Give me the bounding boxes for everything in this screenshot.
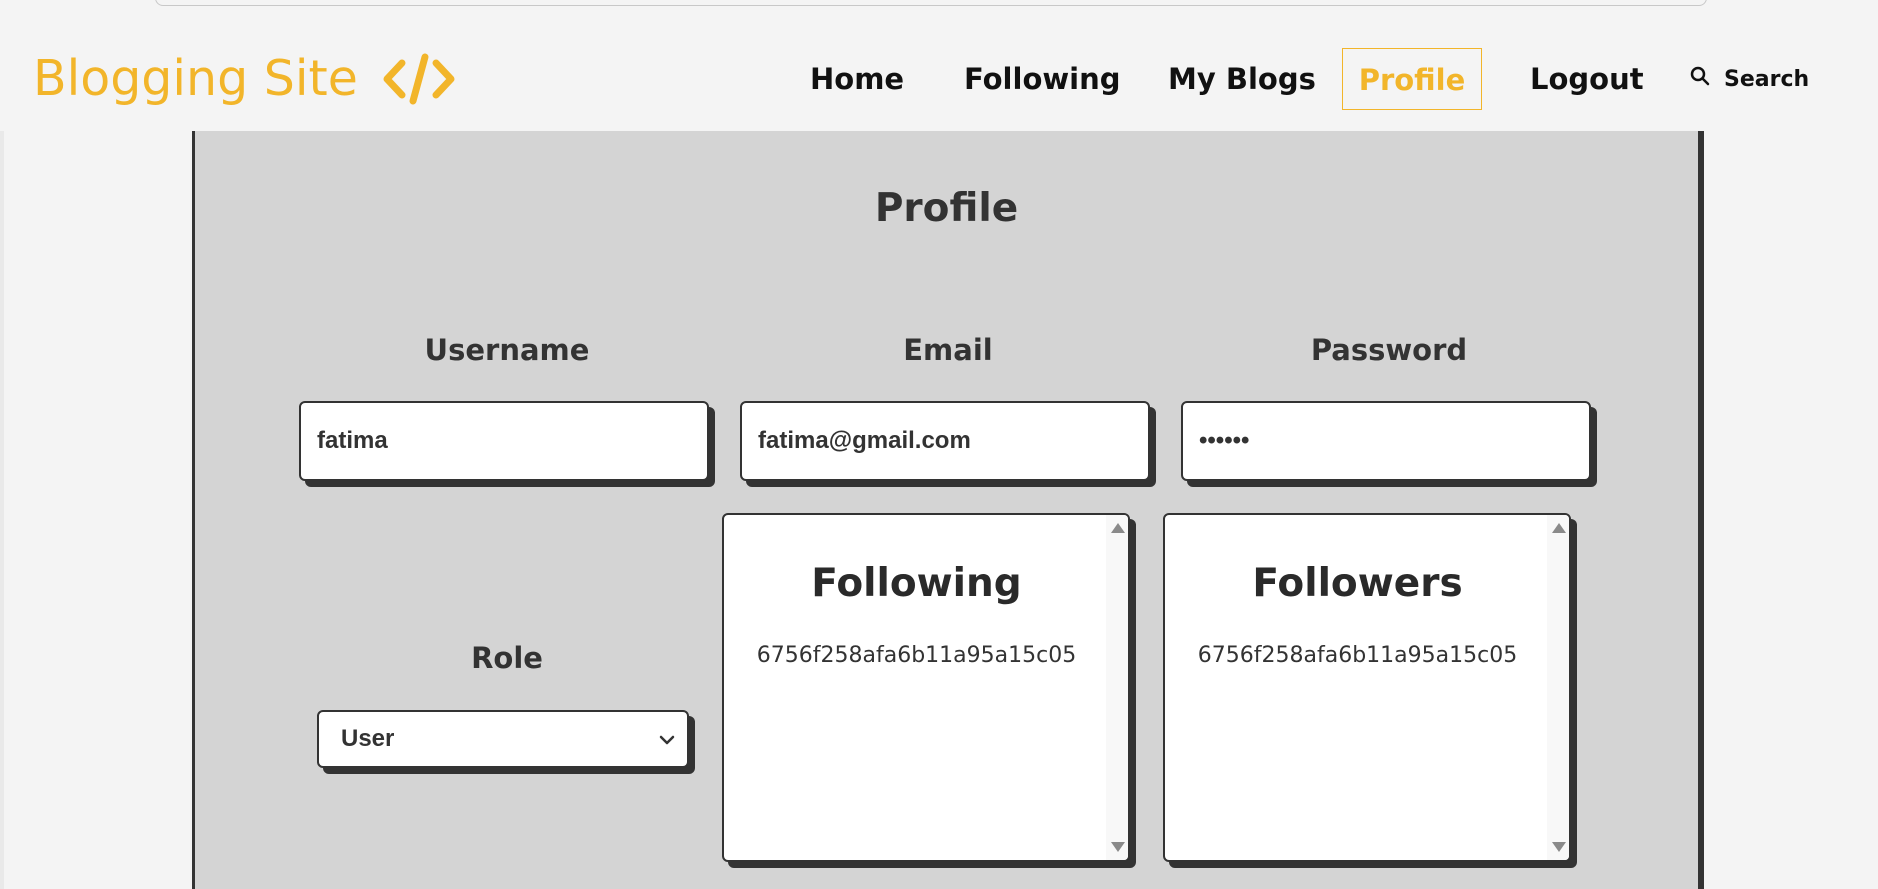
profile-panel: Profile Username Email Password fatima f… bbox=[192, 131, 1704, 889]
code-brackets-icon bbox=[382, 51, 456, 107]
page-title: Profile bbox=[874, 186, 1019, 231]
following-heading: Following bbox=[811, 561, 1022, 606]
nav-home[interactable]: Home bbox=[810, 48, 904, 110]
scroll-up-icon[interactable] bbox=[1552, 523, 1566, 533]
site-logo[interactable]: Blogging Site bbox=[33, 50, 456, 107]
role-label: Role bbox=[471, 641, 543, 675]
window-edge bbox=[0, 10, 4, 889]
site-title: Blogging Site bbox=[33, 50, 358, 107]
browser-address-bar-edge bbox=[155, 0, 1707, 6]
email-label: Email bbox=[903, 333, 993, 367]
username-label: Username bbox=[424, 333, 590, 367]
password-field[interactable]: •••••• bbox=[1181, 401, 1591, 481]
scroll-up-icon[interactable] bbox=[1111, 523, 1125, 533]
password-label: Password bbox=[1310, 333, 1468, 367]
followers-heading: Followers bbox=[1252, 561, 1463, 606]
nav-profile[interactable]: Profile bbox=[1342, 48, 1482, 110]
followers-scrollbar[interactable] bbox=[1547, 515, 1569, 860]
username-field[interactable]: fatima bbox=[299, 401, 709, 481]
nav-following[interactable]: Following bbox=[964, 48, 1121, 110]
scroll-down-icon[interactable] bbox=[1111, 842, 1125, 852]
site-header: Blogging Site Home Following My Blogs Pr… bbox=[0, 10, 1878, 131]
nav-logout[interactable]: Logout bbox=[1530, 48, 1644, 110]
followers-list[interactable]: Followers 6756f258afa6b11a95a15c05 bbox=[1163, 513, 1571, 862]
role-select[interactable]: User bbox=[317, 710, 689, 768]
followers-item: 6756f258afa6b11a95a15c05 bbox=[1197, 643, 1518, 668]
nav-my-blogs[interactable]: My Blogs bbox=[1168, 48, 1316, 110]
following-list[interactable]: Following 6756f258afa6b11a95a15c05 bbox=[722, 513, 1130, 862]
email-field[interactable]: fatima@gmail.com bbox=[740, 401, 1150, 481]
following-item: 6756f258afa6b11a95a15c05 bbox=[756, 643, 1077, 668]
following-scrollbar[interactable] bbox=[1106, 515, 1128, 860]
role-select-value: User bbox=[341, 725, 395, 752]
scroll-down-icon[interactable] bbox=[1552, 842, 1566, 852]
chevron-down-icon bbox=[659, 725, 675, 753]
search-button[interactable]: Search bbox=[1690, 48, 1809, 110]
search-label: Search bbox=[1724, 66, 1810, 92]
search-icon bbox=[1690, 66, 1724, 92]
